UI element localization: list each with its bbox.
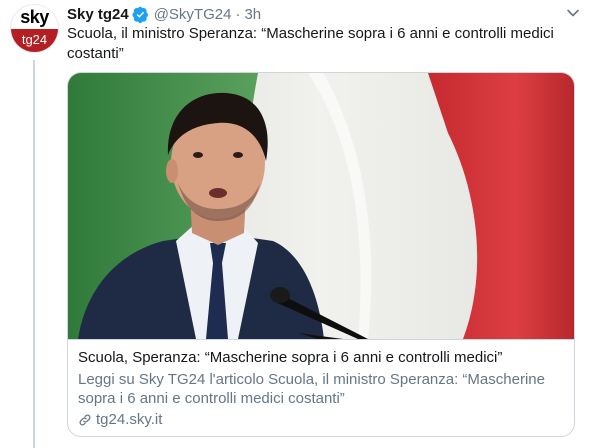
card-domain-text: tg24.sky.it: [96, 411, 163, 428]
link-icon: [78, 413, 92, 427]
avatar[interactable]: sky tg24: [10, 4, 59, 53]
tweet-text: Scuola, il ministro Speranza: “Mascherin…: [67, 25, 554, 62]
chevron-down-icon[interactable]: [566, 6, 580, 20]
card-title: Scuola, Speranza: “Mascherine sopra i 6 …: [78, 349, 503, 366]
author-name[interactable]: Sky tg24: [67, 6, 129, 23]
card-image[interactable]: [68, 73, 574, 339]
tweet[interactable]: sky tg24 Sky tg24 @SkyTG24 · 3h Scuola, …: [0, 0, 605, 448]
avatar-logo-bottom: tg24: [11, 29, 58, 52]
author-handle[interactable]: @SkyTG24: [154, 6, 232, 23]
link-card[interactable]: Scuola, Speranza: “Mascherine sopra i 6 …: [67, 72, 575, 437]
card-description: Leggi su Sky TG24 l'articolo Scuola, il …: [78, 371, 545, 407]
avatar-logo-top: sky: [20, 7, 49, 27]
tweet-time[interactable]: 3h: [244, 6, 261, 23]
verified-badge-icon: [132, 6, 149, 23]
separator-dot: ·: [235, 5, 241, 23]
tweet-header: Sky tg24 @SkyTG24 · 3h: [67, 4, 261, 24]
card-body[interactable]: Scuola, Speranza: “Mascherine sopra i 6 …: [68, 339, 574, 436]
thread-line: [33, 60, 35, 448]
card-domain: tg24.sky.it: [78, 410, 564, 429]
